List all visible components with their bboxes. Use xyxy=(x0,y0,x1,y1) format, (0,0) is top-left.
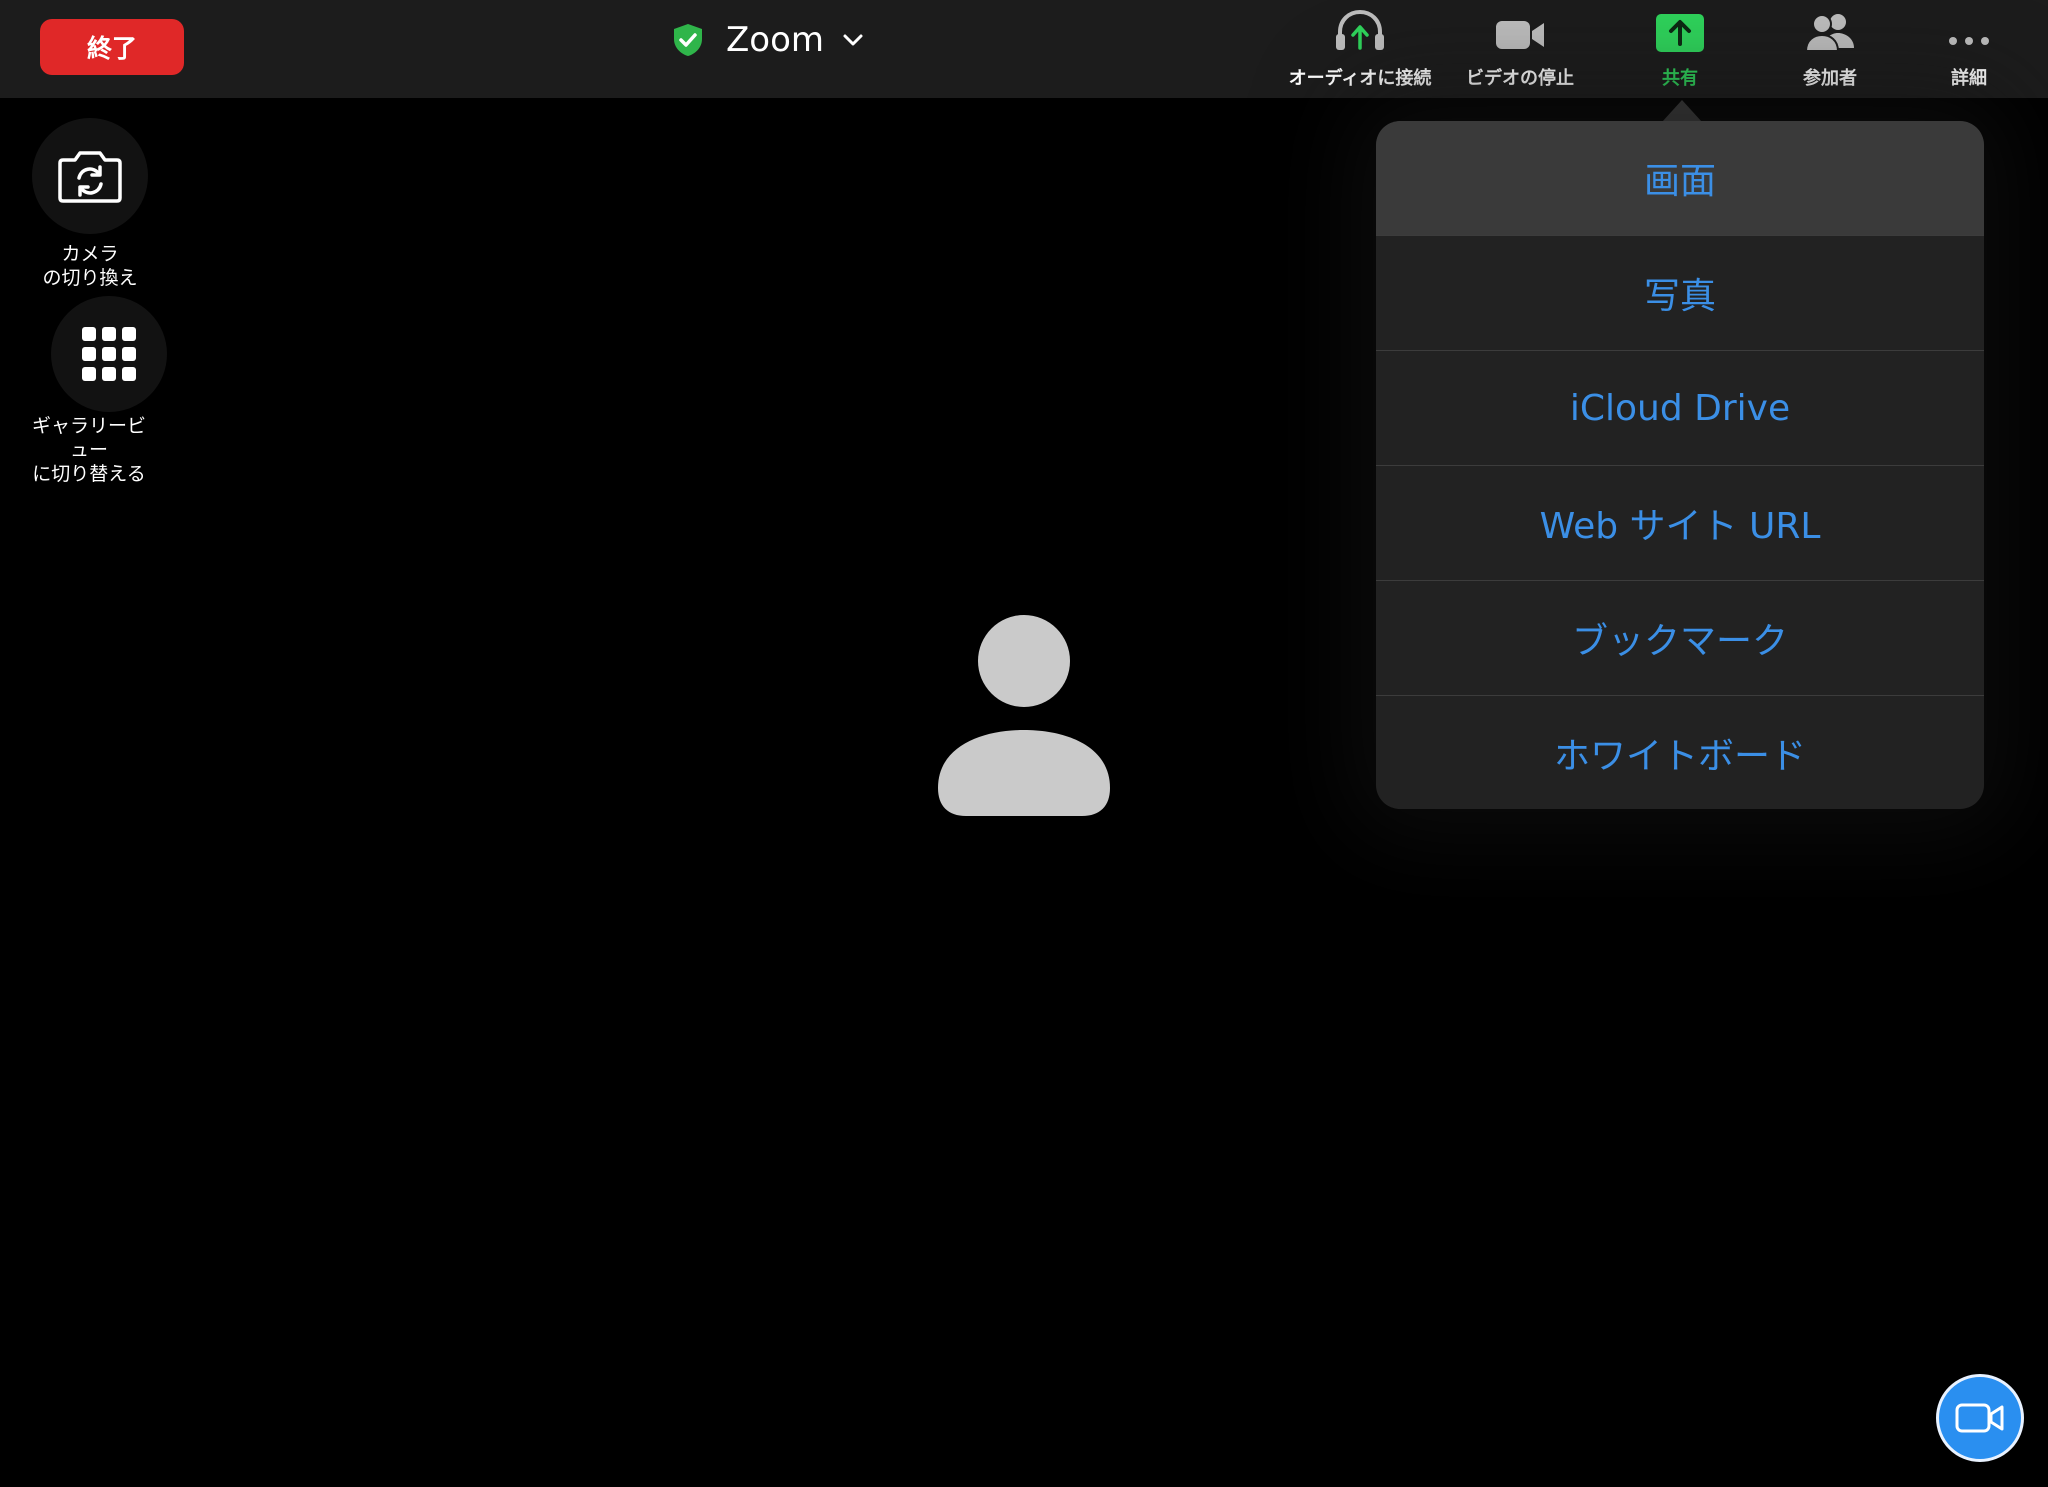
more-icon xyxy=(1949,37,1989,45)
share-bookmark-option[interactable]: ブックマーク xyxy=(1376,581,1984,696)
gallery-view-button[interactable]: ギャラリービ ュー に切り替える xyxy=(26,296,167,486)
self-video-button[interactable] xyxy=(1936,1374,2024,1462)
top-toolbar: 終了 Zoom オーディオに接続 ビデオの停止 共有 参加者 詳細 xyxy=(0,0,2048,98)
shield-check-icon xyxy=(674,24,702,56)
headphones-icon xyxy=(1336,9,1384,50)
switch-camera-circle[interactable] xyxy=(32,118,148,234)
share-photos-option[interactable]: 写真 xyxy=(1376,236,1984,351)
share-icloud-drive-option[interactable]: iCloud Drive xyxy=(1376,351,1984,466)
gallery-view-label-line1: ギャラリービ xyxy=(31,415,146,437)
gallery-view-label-line3: に切り替える xyxy=(32,463,146,485)
switch-camera-label: カメラ の切り換え xyxy=(42,242,137,290)
gallery-view-circle[interactable] xyxy=(51,296,167,412)
gallery-view-label-line2: ュー xyxy=(69,439,108,461)
chevron-down-icon[interactable] xyxy=(842,33,864,47)
more-label: 詳細 xyxy=(1951,68,1987,89)
participant-avatar-icon xyxy=(938,615,1110,816)
stop-video-label: ビデオの停止 xyxy=(1466,68,1574,89)
gallery-view-label: ギャラリービ ュー に切り替える xyxy=(32,414,146,486)
participants-icon xyxy=(1804,14,1854,52)
camera-switch-icon xyxy=(58,151,122,203)
share-icon xyxy=(1656,14,1704,52)
participants-label: 参加者 xyxy=(1803,68,1857,89)
video-camera-outline-icon xyxy=(1955,1403,2004,1433)
more-button[interactable]: 詳細 xyxy=(1929,8,2009,90)
participants-button[interactable]: 参加者 xyxy=(1790,8,1870,90)
share-website-url-option[interactable]: Web サイト URL xyxy=(1376,466,1984,581)
share-whiteboard-option[interactable]: ホワイトボード xyxy=(1376,696,1984,809)
meeting-title[interactable]: Zoom xyxy=(672,14,864,66)
switch-camera-button[interactable]: カメラ の切り換え xyxy=(30,118,150,290)
switch-camera-label-line1: カメラ xyxy=(61,243,119,265)
share-label: 共有 xyxy=(1662,68,1698,89)
end-meeting-button[interactable]: 終了 xyxy=(40,19,184,75)
grid-icon xyxy=(82,327,136,381)
switch-camera-label-line2: の切り換え xyxy=(42,267,138,289)
share-menu-arrow xyxy=(1662,100,1702,122)
stop-video-button[interactable]: ビデオの停止 xyxy=(1460,8,1580,90)
connect-audio-label: オーディオに接続 xyxy=(1288,68,1432,89)
video-camera-icon xyxy=(1496,21,1544,49)
share-menu: 画面 写真 iCloud Drive Web サイト URL ブックマーク ホワ… xyxy=(1376,121,1984,809)
connect-audio-button[interactable]: オーディオに接続 xyxy=(1280,8,1440,90)
meeting-title-text: Zoom xyxy=(726,20,825,60)
share-button[interactable]: 共有 xyxy=(1640,8,1720,90)
meeting-screen: 終了 Zoom オーディオに接続 ビデオの停止 共有 参加者 詳細 カメラ の切… xyxy=(0,0,2048,1487)
share-screen-option[interactable]: 画面 xyxy=(1376,121,1984,236)
